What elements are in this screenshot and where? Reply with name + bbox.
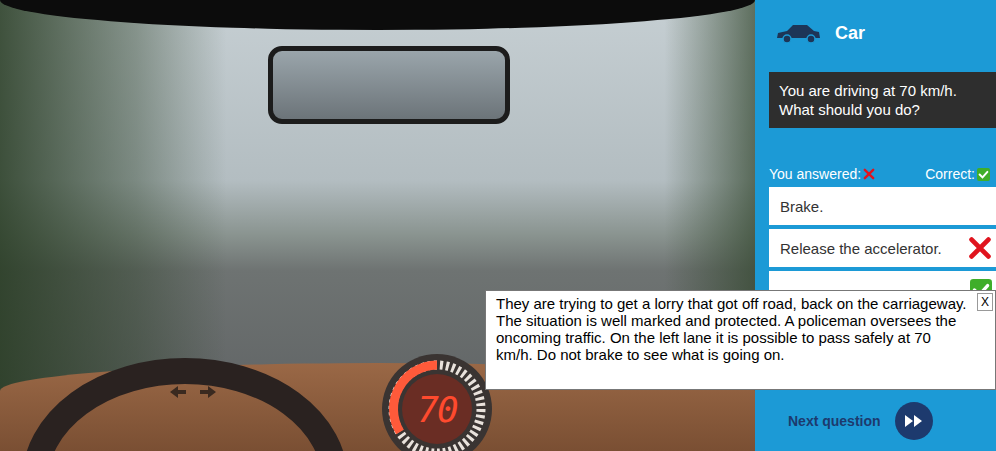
explanation-tooltip: They are trying to get a lorry that got … — [485, 290, 996, 390]
vehicle-title: Car — [835, 23, 865, 44]
indicator-arrows-icon — [168, 384, 218, 400]
answer-option[interactable]: Release the accelerator. — [769, 229, 996, 267]
answer-legend: You answered: Correct: — [769, 166, 990, 182]
rear-view-mirror — [268, 46, 510, 124]
app: 70 Car You are driving at 70 km/h. What sh… — [0, 0, 996, 451]
answer-text: Release the accelerator. — [780, 240, 942, 257]
speedometer: 70 — [380, 352, 494, 451]
steering-wheel-icon — [20, 351, 350, 451]
next-question-label[interactable]: Next question — [788, 413, 881, 429]
correct-icon — [977, 168, 990, 181]
speed-readout: 70 — [417, 389, 456, 430]
wrong-icon — [968, 236, 992, 260]
car-icon — [775, 22, 821, 44]
close-button[interactable]: X — [977, 293, 993, 311]
next-question-row: Next question — [755, 402, 996, 451]
correct-legend: Correct: — [925, 166, 990, 182]
answered-legend: You answered: — [769, 166, 875, 182]
explanation-text: They are trying to get a lorry that got … — [496, 295, 967, 363]
wrong-icon — [863, 168, 875, 180]
fast-forward-icon — [903, 413, 925, 429]
panel-header: Car — [755, 0, 996, 48]
question-text: You are driving at 70 km/h. What should … — [769, 72, 996, 128]
answer-text: Brake. — [780, 198, 823, 215]
answer-option[interactable]: Brake. — [769, 187, 996, 225]
next-question-button[interactable] — [895, 402, 933, 440]
windshield-frame — [0, 0, 755, 30]
